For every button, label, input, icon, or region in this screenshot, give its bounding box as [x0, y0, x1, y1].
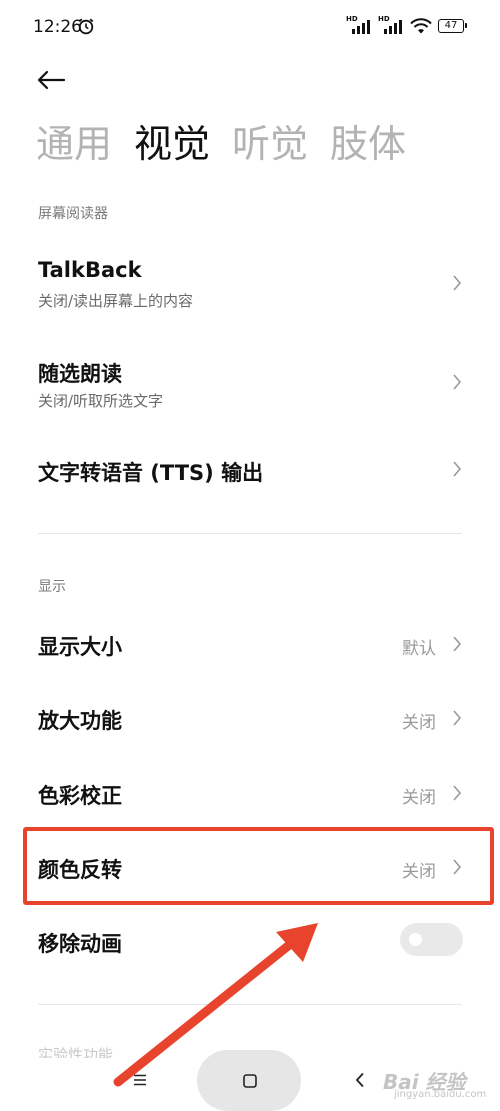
section-header-display: 显示 — [38, 579, 66, 595]
settings-row-magnification[interactable]: 放大功能 关闭 — [0, 688, 500, 748]
tab-general[interactable]: 通用 — [36, 120, 112, 168]
signal-icon: HD — [378, 15, 404, 34]
battery-icon: 47 — [438, 19, 467, 33]
row-value: 关闭 — [402, 713, 436, 733]
highlight-box — [23, 827, 494, 905]
signal-icon: HD — [346, 15, 372, 34]
back-nav-icon[interactable] — [354, 1072, 366, 1088]
tab-physical[interactable]: 肢体 — [330, 120, 406, 168]
row-title: TalkBack — [38, 258, 142, 282]
status-icons: HD HD 47 — [346, 15, 467, 34]
settings-row-talkback[interactable]: TalkBack 关闭/读出屏幕上的内容 — [0, 246, 500, 326]
chevron-right-icon — [453, 275, 462, 291]
row-title: 显示大小 — [38, 635, 122, 659]
chevron-right-icon — [453, 785, 462, 801]
home-icon[interactable] — [243, 1074, 257, 1088]
watermark-sub: jingyan.baidu.com — [394, 1089, 487, 1100]
alarm-icon — [78, 18, 94, 35]
toggle-knob — [409, 933, 422, 946]
chevron-right-icon — [453, 710, 462, 726]
section-header-screen-reader: 屏幕阅读器 — [38, 206, 108, 222]
chevron-right-icon — [453, 461, 462, 477]
row-value: 默认 — [402, 639, 436, 659]
settings-row-tts-output[interactable]: 文字转语音 (TTS) 输出 — [0, 440, 500, 500]
tab-hearing[interactable]: 听觉 — [232, 120, 308, 168]
row-subtitle: 关闭/听取所选文字 — [38, 392, 164, 410]
tab-vision[interactable]: 视觉 — [134, 120, 210, 168]
settings-row-color-correction[interactable]: 色彩校正 关闭 — [0, 763, 500, 823]
menu-icon[interactable] — [133, 1074, 147, 1086]
back-button[interactable] — [36, 64, 72, 96]
wifi-icon — [410, 18, 432, 34]
row-title: 色彩校正 — [38, 784, 122, 808]
chevron-right-icon — [453, 374, 462, 390]
row-subtitle: 关闭/读出屏幕上的内容 — [38, 292, 194, 310]
settings-row-select-to-speak[interactable]: 随选朗读 关闭/听取所选文字 — [0, 346, 500, 426]
status-time: 12:26 — [33, 17, 82, 37]
row-value: 关闭 — [402, 788, 436, 808]
category-tabs: 通用 视觉 听觉 肢体 — [36, 120, 406, 168]
divider — [38, 1004, 462, 1005]
section-header-experimental: 实验性功能 — [38, 1046, 114, 1058]
row-title: 放大功能 — [38, 709, 122, 733]
row-title: 移除动画 — [38, 932, 122, 956]
divider — [38, 533, 462, 534]
row-title: 随选朗读 — [38, 362, 122, 386]
back-arrow-icon — [37, 70, 66, 90]
row-title: 文字转语音 (TTS) 输出 — [38, 461, 264, 485]
chevron-right-icon — [453, 636, 462, 652]
settings-row-display-size[interactable]: 显示大小 默认 — [0, 614, 500, 674]
remove-animations-toggle[interactable] — [400, 923, 463, 956]
